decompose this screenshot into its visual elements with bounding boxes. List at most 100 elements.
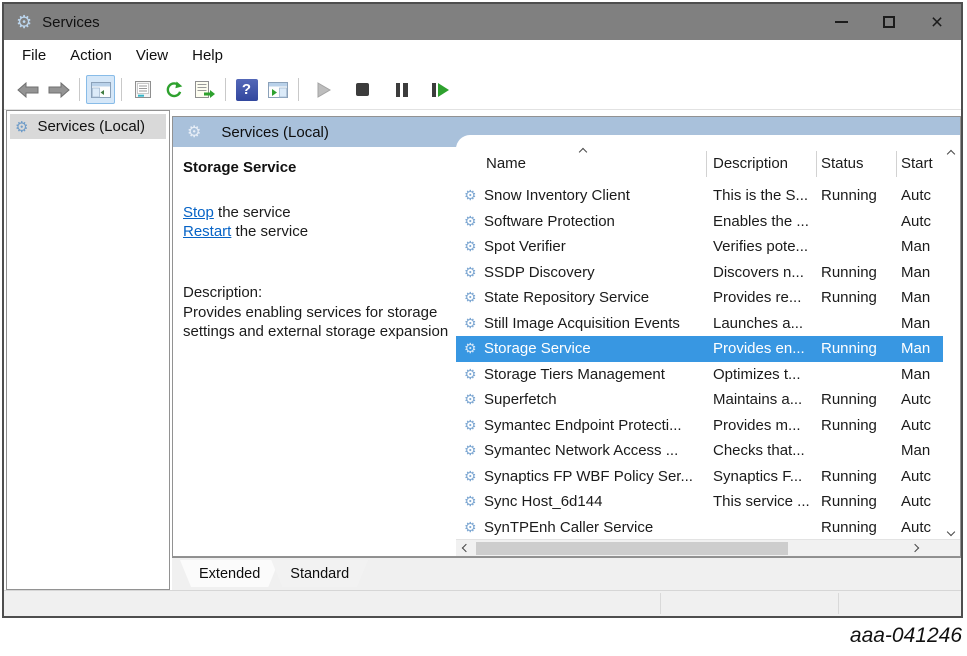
service-gear-icon: ⚙	[464, 391, 484, 408]
scroll-down-icon[interactable]	[947, 528, 955, 536]
table-row[interactable]: ⚙Symantec Network Access ... Checks that…	[456, 438, 943, 464]
properties-button[interactable]	[128, 75, 157, 104]
table-row-selected[interactable]: ⚙Storage Service Provides en... Running …	[456, 336, 943, 362]
toolbar-separator	[79, 78, 80, 101]
figure-caption: aaa-041246	[850, 624, 962, 648]
back-icon	[17, 82, 39, 98]
cell-description: Optimizes t...	[713, 366, 821, 383]
cell-description: This is the S...	[713, 187, 821, 204]
menu-action[interactable]: Action	[58, 47, 124, 64]
cell-name: State Repository Service	[484, 289, 649, 306]
table-row[interactable]: ⚙Sync Host_6d144 This service ... Runnin…	[456, 489, 943, 515]
help-button[interactable]: ?	[232, 75, 261, 104]
stop-service-line: Stop the service	[183, 203, 463, 222]
banner-gear-icon: ⚙	[187, 122, 201, 142]
stop-service-icon	[356, 83, 369, 96]
restart-service-suffix: the service	[231, 223, 308, 240]
restart-service-icon	[432, 83, 450, 97]
table-row[interactable]: ⚙Spot Verifier Verifies pote... Man	[456, 234, 943, 260]
menu-bar: File Action View Help	[4, 40, 961, 70]
cell-name: Software Protection	[484, 213, 615, 230]
restart-service-button[interactable]	[426, 75, 455, 104]
cell-description: Maintains a...	[713, 391, 821, 408]
properties-icon	[134, 81, 152, 98]
show-action-pane-button[interactable]	[263, 75, 292, 104]
cell-startup: Man	[901, 264, 943, 281]
service-gear-icon: ⚙	[464, 468, 484, 485]
table-row[interactable]: ⚙Still Image Acquisition Events Launches…	[456, 311, 943, 337]
cell-status: Running	[821, 289, 901, 306]
table-row[interactable]: ⚙State Repository Service Provides re...…	[456, 285, 943, 311]
column-separator[interactable]	[816, 151, 817, 177]
table-row[interactable]: ⚙Snow Inventory Client This is the S... …	[456, 183, 943, 209]
restart-service-link[interactable]: Restart	[183, 223, 231, 240]
table-row[interactable]: ⚙Synaptics FP WBF Policy Ser... Synaptic…	[456, 464, 943, 490]
horizontal-scrollbar[interactable]	[456, 539, 960, 556]
selected-service-name: Storage Service	[183, 159, 463, 176]
service-gear-icon: ⚙	[464, 493, 484, 510]
maximize-button[interactable]	[865, 4, 913, 40]
menu-help[interactable]: Help	[180, 47, 235, 64]
menu-view[interactable]: View	[124, 47, 180, 64]
tree-item-services-local[interactable]: ⚙ Services (Local)	[10, 114, 166, 139]
scroll-right-icon[interactable]	[911, 544, 919, 552]
back-button[interactable]	[13, 75, 42, 104]
column-header-startup-type[interactable]: Start	[901, 155, 933, 172]
cell-name: Symantec Endpoint Protecti...	[484, 417, 682, 434]
refresh-button[interactable]	[159, 75, 188, 104]
vertical-scrollbar[interactable]	[943, 143, 960, 541]
export-list-icon	[195, 81, 215, 98]
table-row[interactable]: ⚙SynTPEnh Caller Service Running Autc	[456, 515, 943, 541]
close-button[interactable]: ×	[913, 4, 961, 40]
forward-icon	[48, 82, 70, 98]
statusbar-separator	[838, 593, 839, 614]
cell-startup: Man	[901, 366, 943, 383]
cell-startup: Man	[901, 442, 943, 459]
minimize-button[interactable]	[817, 4, 865, 40]
column-header-name[interactable]: Name	[486, 155, 526, 172]
stop-service-button[interactable]	[348, 75, 377, 104]
scroll-up-icon[interactable]	[947, 150, 955, 158]
description-text: Provides enabling services for storage s…	[183, 303, 461, 342]
column-header-description[interactable]: Description	[713, 155, 788, 172]
service-gear-icon: ⚙	[464, 442, 484, 459]
show-console-tree-button[interactable]	[86, 75, 115, 104]
forward-button[interactable]	[44, 75, 73, 104]
tab-standard[interactable]: Standard	[271, 560, 368, 587]
cell-startup: Autc	[901, 187, 943, 204]
pause-service-button[interactable]	[387, 75, 416, 104]
cell-status: Running	[821, 417, 901, 434]
service-gear-icon: ⚙	[464, 187, 484, 204]
window-controls: ×	[817, 4, 961, 40]
start-service-button[interactable]	[309, 75, 338, 104]
column-separator[interactable]	[896, 151, 897, 177]
table-row[interactable]: ⚙Software Protection Enables the ... Aut…	[456, 209, 943, 235]
table-row[interactable]: ⚙Storage Tiers Management Optimizes t...…	[456, 362, 943, 388]
services-window: ⚙ Services × File Action View Help	[2, 2, 963, 618]
service-gear-icon: ⚙	[464, 289, 484, 306]
services-list-view: Name Description Status Start ⚙Snow Inve…	[456, 135, 960, 556]
stop-service-link[interactable]: Stop	[183, 204, 214, 221]
service-action-links: Stop the service Restart the service	[183, 203, 463, 241]
scroll-left-icon[interactable]	[462, 544, 470, 552]
cell-name: Superfetch	[484, 391, 557, 408]
horizontal-scrollbar-thumb[interactable]	[476, 542, 788, 555]
console-tree-panel: ⚙ Services (Local)	[6, 110, 170, 590]
cell-name: Spot Verifier	[484, 238, 566, 255]
cell-startup: Man	[901, 315, 943, 332]
stop-service-suffix: the service	[214, 204, 291, 221]
services-pane: ⚙ Services (Local) Storage Service Stop …	[172, 116, 961, 557]
tab-extended[interactable]: Extended	[180, 560, 279, 587]
column-separator[interactable]	[706, 151, 707, 177]
table-row[interactable]: ⚙Symantec Endpoint Protecti... Provides …	[456, 413, 943, 439]
list-header: Name Description Status Start	[456, 143, 943, 183]
menu-file[interactable]: File	[10, 47, 58, 64]
column-header-status[interactable]: Status	[821, 155, 864, 172]
export-list-button[interactable]	[190, 75, 219, 104]
cell-description: This service ...	[713, 493, 821, 510]
cell-description: Provides en...	[713, 340, 821, 357]
cell-startup: Autc	[901, 417, 943, 434]
table-row[interactable]: ⚙SSDP Discovery Discovers n... Running M…	[456, 260, 943, 286]
cell-status: Running	[821, 468, 901, 485]
table-row[interactable]: ⚙Superfetch Maintains a... Running Autc	[456, 387, 943, 413]
